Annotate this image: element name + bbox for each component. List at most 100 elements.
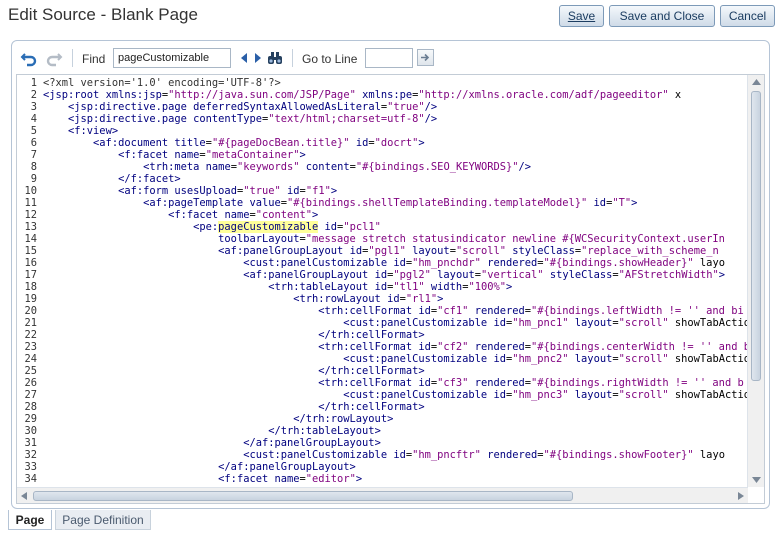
- code-line[interactable]: 21 <cust:panelCustomizable id="hm_pnc1" …: [17, 317, 747, 329]
- code-line[interactable]: 1 <?xml version='1.0' encoding='UTF-8'?>: [17, 77, 747, 89]
- code-line[interactable]: 2 <jsp:root xmlns:jsp="http://java.sun.co…: [17, 89, 747, 101]
- code-line[interactable]: 31 </af:panelGroupLayout>: [17, 437, 747, 449]
- line-text: </trh:rowLayout>: [293, 413, 394, 425]
- code-line[interactable]: 30 </trh:tableLayout>: [17, 425, 747, 437]
- vertical-scrollbar[interactable]: [747, 75, 764, 487]
- code-lines[interactable]: 1 <?xml version='1.0' encoding='UTF-8'?> 2…: [17, 77, 747, 489]
- window-title: Edit Source - Blank Page: [8, 5, 198, 24]
- line-text: <f:view>: [68, 125, 119, 137]
- line-number: 8: [30, 161, 37, 173]
- scroll-down-icon: [752, 477, 761, 483]
- code-line[interactable]: 5 <f:view>: [17, 125, 747, 137]
- line-text: </trh:cellFormat>: [318, 401, 425, 413]
- line-number: 19: [24, 293, 37, 305]
- toolbar-separator: [72, 49, 73, 67]
- line-text: <cust:panelCustomizable id="hm_pnc1" lay…: [343, 317, 747, 329]
- line-text: </af:panelGroupLayout>: [243, 437, 381, 449]
- cancel-button[interactable]: Cancel: [720, 5, 775, 27]
- scroll-up-icon: [752, 79, 761, 85]
- line-text: <af:panelGroupLayout id="pgl2" layout="v…: [243, 269, 725, 281]
- line-text: <jsp:root xmlns:jsp="http://java.sun.com…: [43, 89, 682, 101]
- line-text: </trh:cellFormat>: [318, 365, 425, 377]
- code-line[interactable]: 13 <pe:pageCustomizable id="pcl1": [17, 221, 747, 233]
- line-number: 30: [24, 425, 37, 437]
- line-number: 23: [24, 341, 37, 353]
- line-number: 24: [24, 353, 37, 365]
- tab-page-definition[interactable]: Page Definition: [55, 510, 151, 530]
- code-line[interactable]: 26 <trh:cellFormat id="cf3" rendered="#{…: [17, 377, 747, 389]
- code-line[interactable]: 11 <af:pageTemplate value="#{bindings.sh…: [17, 197, 747, 209]
- code-line[interactable]: 32 <cust:panelCustomizable id="hm_pncftr…: [17, 449, 747, 461]
- tab-page[interactable]: Page: [8, 510, 52, 530]
- line-text: <jsp:directive.page contentType="text/ht…: [68, 113, 438, 125]
- line-text: <trh:rowLayout id="rl1">: [293, 293, 444, 305]
- line-number: 7: [30, 149, 37, 161]
- code-line[interactable]: 6 <af:document title="#{pageDocBean.titl…: [17, 137, 747, 149]
- code-line[interactable]: 22 </trh:cellFormat>: [17, 329, 747, 341]
- code-line[interactable]: 25 </trh:cellFormat>: [17, 365, 747, 377]
- line-number: 22: [24, 329, 37, 341]
- line-number: 33: [24, 461, 37, 473]
- code-line[interactable]: 17 <af:panelGroupLayout id="pgl2" layout…: [17, 269, 747, 281]
- code-line[interactable]: 18 <trh:tableLayout id="tl1" width="100%…: [17, 281, 747, 293]
- line-text: <trh:tableLayout id="tl1" width="100%">: [268, 281, 513, 293]
- line-number: 31: [24, 437, 37, 449]
- line-text: <?xml version='1.0' encoding='UTF-8'?>: [43, 77, 281, 89]
- go-arrow-icon[interactable]: [417, 49, 434, 66]
- horizontal-scroll-thumb[interactable]: [33, 491, 573, 501]
- code-line[interactable]: 16 <cust:panelCustomizable id="hm_pnchdr…: [17, 257, 747, 269]
- code-line[interactable]: 9 </f:facet>: [17, 173, 747, 185]
- code-line[interactable]: 10 <af:form usesUpload="true" id="f1">: [17, 185, 747, 197]
- line-number: 29: [24, 413, 37, 425]
- undo-icon[interactable]: [20, 49, 38, 67]
- line-text: <trh:cellFormat id="cf3" rendered="#{bin…: [318, 377, 744, 389]
- code-line[interactable]: 34 <f:facet name="editor">: [17, 473, 747, 485]
- line-text: </af:panelGroupLayout>: [218, 461, 356, 473]
- line-text: <pe:pageCustomizable id="pcl1": [193, 221, 381, 233]
- line-text: </f:facet>: [118, 173, 181, 185]
- goto-line-input[interactable]: [365, 48, 413, 68]
- code-line[interactable]: 28 </trh:cellFormat>: [17, 401, 747, 413]
- line-number: 25: [24, 365, 37, 377]
- find-next-icon[interactable]: [248, 49, 266, 67]
- line-number: 17: [24, 269, 37, 281]
- code-line[interactable]: 27 <cust:panelCustomizable id="hm_pnc3" …: [17, 389, 747, 401]
- code-line[interactable]: 7 <f:facet name="metaContainer">: [17, 149, 747, 161]
- line-text: <cust:panelCustomizable id="hm_pnc2" lay…: [343, 353, 747, 365]
- code-line[interactable]: 20 <trh:cellFormat id="cf1" rendered="#{…: [17, 305, 747, 317]
- line-text: <cust:panelCustomizable id="hm_pncftr" r…: [243, 449, 725, 461]
- horizontal-scrollbar[interactable]: [17, 487, 748, 503]
- line-number: 11: [24, 197, 37, 209]
- code-line[interactable]: 4 <jsp:directive.page contentType="text/…: [17, 113, 747, 125]
- save-and-close-button[interactable]: Save and Close: [609, 5, 715, 27]
- code-line[interactable]: 12 <f:facet name="content">: [17, 209, 747, 221]
- line-text: </trh:tableLayout>: [268, 425, 381, 437]
- code-editor[interactable]: 1 <?xml version='1.0' encoding='UTF-8'?> 2…: [16, 74, 765, 504]
- binoculars-icon[interactable]: [266, 49, 284, 67]
- line-text: <af:pageTemplate value="#{bindings.shell…: [143, 197, 638, 209]
- code-line[interactable]: 29 </trh:rowLayout>: [17, 413, 747, 425]
- code-line[interactable]: 33 </af:panelGroupLayout>: [17, 461, 747, 473]
- code-line[interactable]: 15 <af:panelGroupLayout id="pgl1" layout…: [17, 245, 747, 257]
- code-line[interactable]: 8 <trh:meta name="keywords" content="#{b…: [17, 161, 747, 173]
- code-line[interactable]: 23 <trh:cellFormat id="cf2" rendered="#{…: [17, 341, 747, 353]
- line-number: 14: [24, 233, 37, 245]
- line-number: 26: [24, 377, 37, 389]
- code-line[interactable]: 24 <cust:panelCustomizable id="hm_pnc2" …: [17, 353, 747, 365]
- toolbar-separator: [292, 49, 293, 67]
- line-text: toolbarLayout="message stretch statusind…: [218, 233, 725, 245]
- line-text: <trh:cellFormat id="cf2" rendered="#{bin…: [318, 341, 747, 353]
- line-number: 6: [30, 137, 37, 149]
- scroll-left-icon: [21, 492, 27, 500]
- code-line[interactable]: 14 toolbarLayout="message stretch status…: [17, 233, 747, 245]
- vertical-scroll-thumb[interactable]: [751, 91, 761, 381]
- code-line[interactable]: 19 <trh:rowLayout id="rl1">: [17, 293, 747, 305]
- save-button-label: Save: [567, 9, 596, 23]
- line-number: 4: [30, 113, 37, 125]
- line-number: 20: [24, 305, 37, 317]
- code-line[interactable]: 3 <jsp:directive.page deferredSyntaxAllo…: [17, 101, 747, 113]
- line-text: <f:facet name="metaContainer">: [118, 149, 306, 161]
- save-button[interactable]: Save: [559, 5, 604, 27]
- find-input[interactable]: [113, 48, 231, 68]
- redo-icon[interactable]: [45, 49, 63, 67]
